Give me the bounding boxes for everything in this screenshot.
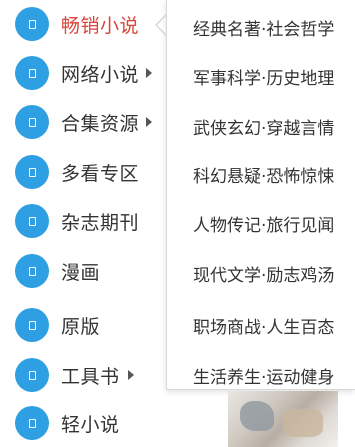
- submenu-item[interactable]: 经典名著·社会哲学: [193, 15, 334, 40]
- sidebar-item-light-novels[interactable]: 轻小说: [0, 399, 166, 447]
- sidebar-item-duokan-zone[interactable]: 多看专区: [0, 148, 166, 196]
- category-sidebar: 畅销小说 网络小说 合集资源 多看专区 杂志期刊 漫画 原版 工具书 轻小说: [0, 0, 166, 447]
- book-icon: [15, 105, 49, 139]
- book-icon: [15, 254, 49, 288]
- sidebar-item-label: 杂志期刊: [61, 211, 140, 234]
- book-icon: [15, 204, 49, 238]
- submenu-item[interactable]: 职场商战·人生百态: [193, 313, 334, 338]
- book-icon: [15, 155, 49, 189]
- sidebar-item-reference-books[interactable]: 工具书: [0, 351, 166, 399]
- sidebar-item-label: 轻小说: [61, 413, 120, 436]
- chevron-right-icon: [128, 370, 134, 380]
- sidebar-item-web-novels[interactable]: 网络小说: [0, 49, 166, 97]
- sidebar-item-collections[interactable]: 合集资源: [0, 98, 166, 146]
- sidebar-item-label: 漫画: [61, 261, 101, 284]
- submenu-item[interactable]: 生活养生·运动健身: [193, 363, 334, 388]
- submenu-item[interactable]: 军事科学·历史地理: [193, 64, 334, 89]
- sidebar-item-label: 合集资源: [61, 112, 140, 135]
- book-icon: [15, 308, 49, 342]
- sidebar-item-comics[interactable]: 漫画: [0, 247, 166, 295]
- book-icon: [15, 7, 49, 41]
- chevron-right-icon: [146, 117, 152, 127]
- book-icon: [15, 406, 49, 440]
- chevron-right-icon: [146, 68, 152, 78]
- sidebar-item-original-edition[interactable]: 原版: [0, 301, 166, 349]
- book-icon: [15, 358, 49, 392]
- sidebar-item-label: 多看专区: [61, 162, 140, 185]
- book-cover-thumbnail[interactable]: [228, 391, 338, 447]
- submenu-flyout: 经典名著·社会哲学 军事科学·历史地理 武侠玄幻·穿越言情 科幻悬疑·恐怖惊悚 …: [166, 0, 355, 390]
- submenu-item[interactable]: 人物传记·旅行见闻: [193, 211, 334, 236]
- sidebar-item-magazines[interactable]: 杂志期刊: [0, 197, 166, 245]
- sidebar-item-label: 网络小说: [61, 63, 140, 86]
- book-icon: [15, 56, 49, 90]
- sidebar-item-label: 原版: [61, 315, 101, 338]
- sidebar-item-label: 工具书: [61, 365, 120, 388]
- submenu-item[interactable]: 科幻悬疑·恐怖惊悚: [193, 162, 334, 187]
- submenu-item[interactable]: 现代文学·励志鸡汤: [193, 261, 334, 286]
- submenu-item[interactable]: 武侠玄幻·穿越言情: [193, 114, 334, 139]
- sidebar-item-label: 畅销小说: [61, 14, 140, 37]
- sidebar-item-bestseller-novels[interactable]: 畅销小说: [0, 0, 166, 48]
